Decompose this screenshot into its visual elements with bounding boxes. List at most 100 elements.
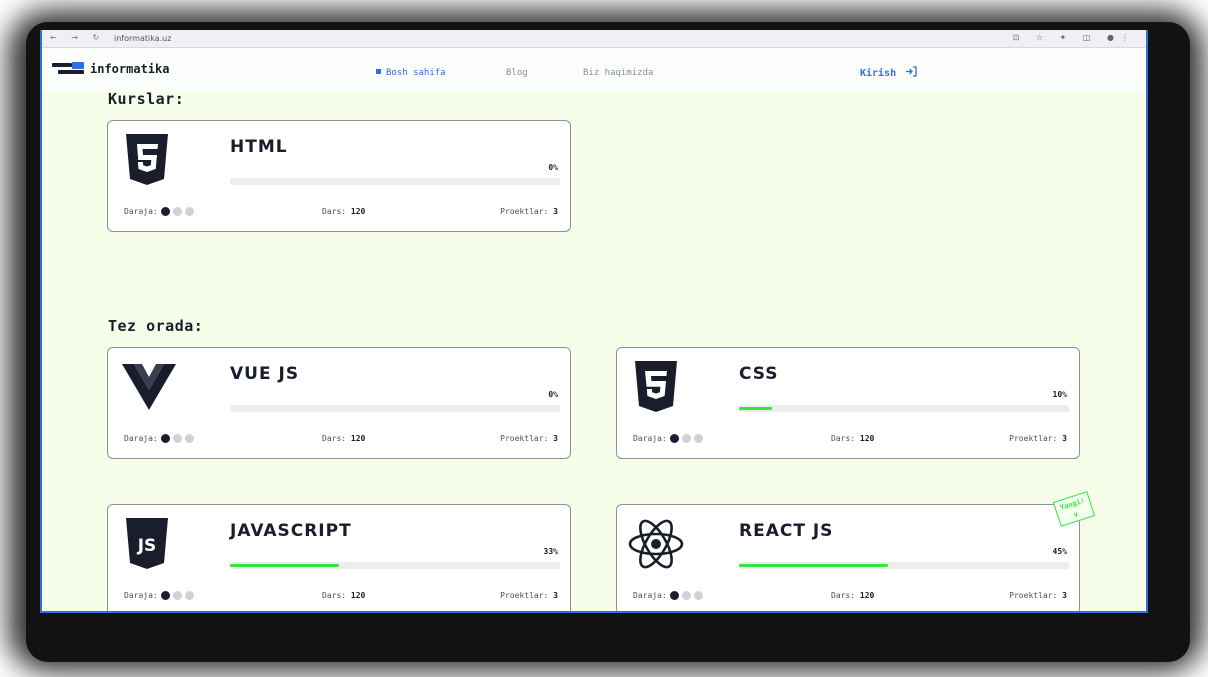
browser-nav-icons[interactable]: ← → ↻ xyxy=(50,33,105,42)
level-dot xyxy=(669,434,679,443)
address-bar[interactable]: informatika.uz xyxy=(114,34,171,43)
html5-icon xyxy=(122,131,172,189)
level-dot xyxy=(172,591,182,600)
react-icon xyxy=(628,515,684,573)
projects-label: Proektlar: xyxy=(500,591,549,600)
level-dot xyxy=(669,591,679,600)
progress-bar xyxy=(230,405,560,412)
course-title: HTML xyxy=(230,137,288,157)
js-icon: JS xyxy=(122,515,172,573)
course-card-javascript[interactable]: JS JAVASCRIPT 33% Daraja: Dars: 120 Proe… xyxy=(107,504,571,611)
projects-value: 3 xyxy=(553,207,558,216)
projects-label: Proektlar: xyxy=(1009,434,1058,443)
projects-label: Proektlar: xyxy=(1009,591,1058,600)
login-arrow-icon xyxy=(906,66,917,77)
site-logo[interactable]: informatika xyxy=(52,62,169,76)
lessons-value: 120 xyxy=(350,591,366,600)
projects-value: 3 xyxy=(1062,591,1067,600)
progress-percent: 0% xyxy=(548,163,558,172)
progress-percent: 10% xyxy=(1052,390,1067,399)
level-dot xyxy=(693,434,703,443)
nav-home[interactable]: Bosh sahifa xyxy=(376,68,446,78)
progress-bar xyxy=(739,562,1069,569)
projects-count: Proektlar: 3 xyxy=(1009,434,1067,443)
projects-value: 3 xyxy=(553,434,558,443)
login-button[interactable]: Kirish xyxy=(860,66,917,79)
level-dot xyxy=(184,434,194,443)
browser-toolbar-icons[interactable]: ⊡ ☆ ✦ ◫ ●⋮ xyxy=(1013,33,1136,42)
active-indicator-icon xyxy=(376,69,381,74)
level-label: Daraja: xyxy=(633,591,667,600)
progress-percent: 33% xyxy=(543,547,558,556)
level-dot xyxy=(172,434,182,443)
projects-count: Proektlar: 3 xyxy=(500,207,558,216)
level-indicator: Daraja: xyxy=(124,591,194,600)
lessons-value: 120 xyxy=(859,434,875,443)
level-label: Daraja: xyxy=(124,434,158,443)
progress-bar xyxy=(739,405,1069,412)
level-indicator: Daraja: xyxy=(633,434,703,443)
browser-chrome: ← → ↻ informatika.uz ⊡ ☆ ✦ ◫ ●⋮ xyxy=(42,30,1146,48)
nav-about[interactable]: Biz haqimizda xyxy=(583,68,653,78)
nav-blog[interactable]: Blog xyxy=(506,68,528,78)
coming-soon-section-title: Tez orada: xyxy=(108,317,204,335)
level-dot xyxy=(184,207,194,216)
projects-label: Proektlar: xyxy=(500,207,549,216)
level-dot xyxy=(184,591,194,600)
course-card-html[interactable]: HTML 0% Daraja: Dars: 120 Proektlar: 3 xyxy=(107,120,571,232)
lessons-label: Dars: xyxy=(322,207,347,216)
level-dot xyxy=(681,434,691,443)
site-header: informatika Bosh sahifa Blog Biz haqimiz… xyxy=(42,48,1146,92)
level-dot xyxy=(172,207,182,216)
vue-icon xyxy=(122,358,176,416)
lessons-value: 120 xyxy=(859,591,875,600)
level-dot xyxy=(681,591,691,600)
lessons-value: 120 xyxy=(350,434,366,443)
lessons-label: Dars: xyxy=(831,591,856,600)
logo-text: informatika xyxy=(90,62,170,76)
lessons-label: Dars: xyxy=(831,434,856,443)
lessons-label: Dars: xyxy=(322,591,347,600)
nav-home-label: Bosh sahifa xyxy=(386,68,446,78)
course-card-vue[interactable]: VUE JS 0% Daraja: Dars: 120 Proektlar: 3 xyxy=(107,347,571,459)
progress-fill xyxy=(739,564,888,567)
course-card-react[interactable]: REACT JS 45% Daraja: Dars: 120 Proektlar… xyxy=(616,504,1080,611)
level-dot xyxy=(160,434,170,443)
projects-value: 3 xyxy=(553,591,558,600)
svg-text:JS: JS xyxy=(137,536,157,556)
projects-count: Proektlar: 3 xyxy=(500,434,558,443)
lessons-label: Dars: xyxy=(322,434,347,443)
progress-percent: 0% xyxy=(548,390,558,399)
lessons-count: Dars: 120 xyxy=(322,434,365,443)
lessons-value: 120 xyxy=(350,207,366,216)
projects-count: Proektlar: 3 xyxy=(1009,591,1067,600)
lessons-count: Dars: 120 xyxy=(322,591,365,600)
level-dot xyxy=(160,207,170,216)
progress-bar xyxy=(230,562,560,569)
lessons-count: Dars: 120 xyxy=(322,207,365,216)
lessons-count: Dars: 120 xyxy=(831,434,874,443)
level-indicator: Daraja: xyxy=(633,591,703,600)
progress-fill xyxy=(230,564,339,567)
projects-value: 3 xyxy=(1062,434,1067,443)
browser-viewport: ← → ↻ informatika.uz ⊡ ☆ ✦ ◫ ●⋮ informat… xyxy=(40,30,1148,613)
new-badge: Yangi! v xyxy=(1052,491,1096,527)
course-title: JAVASCRIPT xyxy=(230,521,352,541)
progress-fill xyxy=(739,407,772,410)
progress-bar xyxy=(230,178,560,185)
lessons-count: Dars: 120 xyxy=(831,591,874,600)
level-indicator: Daraja: xyxy=(124,434,194,443)
course-title: CSS xyxy=(739,364,779,384)
course-title: REACT JS xyxy=(739,521,834,541)
logo-mark-icon xyxy=(52,62,84,76)
course-title: VUE JS xyxy=(230,364,300,384)
projects-label: Proektlar: xyxy=(500,434,549,443)
css3-icon xyxy=(631,358,681,416)
course-card-css[interactable]: CSS 10% Daraja: Dars: 120 Proektlar: 3 xyxy=(616,347,1080,459)
login-label: Kirish xyxy=(860,68,897,79)
level-label: Daraja: xyxy=(124,591,158,600)
courses-section-title: Kurslar: xyxy=(108,90,185,108)
level-label: Daraja: xyxy=(633,434,667,443)
projects-count: Proektlar: 3 xyxy=(500,591,558,600)
level-label: Daraja: xyxy=(124,207,158,216)
